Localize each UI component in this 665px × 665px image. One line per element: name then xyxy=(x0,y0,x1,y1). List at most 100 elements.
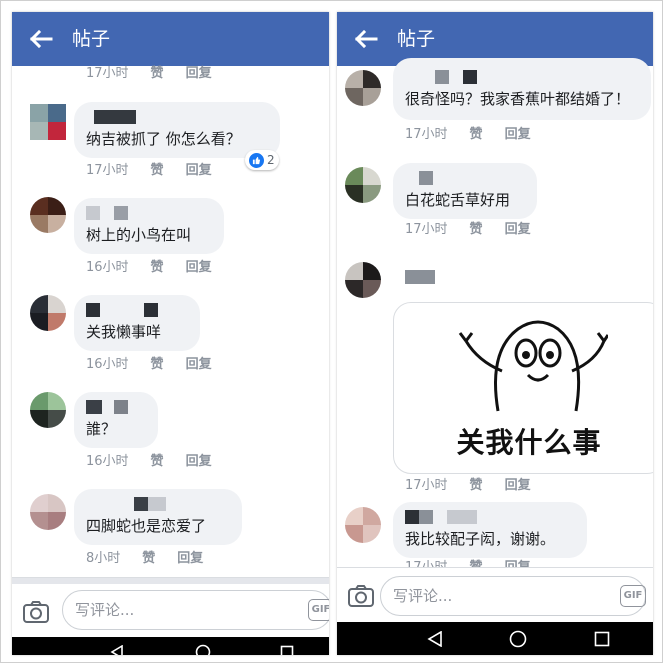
gif-button[interactable]: GIF xyxy=(620,585,646,607)
comment-time: 17小时 xyxy=(405,478,448,493)
nav-home-icon[interactable] xyxy=(195,644,211,655)
comment-meta-row: 16小时 赞 回复 xyxy=(86,353,212,372)
right-screenshot: 帖子 很奇怪吗？我家香蕉叶都结婚了！ 17小时赞回复 白花蛇舌草好用 17小时赞… xyxy=(337,12,653,655)
commenter-name-pixelated[interactable] xyxy=(86,400,146,414)
comment-meta-row: 17小时 赞 回复 xyxy=(405,218,531,237)
commenter-name-pixelated[interactable] xyxy=(86,497,230,511)
comment-text: 四脚蛇也是恋爱了 xyxy=(86,517,207,535)
comment-text: 白花蛇舌草好用 xyxy=(405,191,511,209)
avatar[interactable] xyxy=(345,70,381,106)
comment-time: 16小时 xyxy=(86,357,129,372)
back-arrow-icon[interactable] xyxy=(351,24,381,54)
commenter-name-pixelated[interactable] xyxy=(405,70,639,84)
reply-button[interactable]: 回复 xyxy=(177,547,203,566)
like-button[interactable]: 赞 xyxy=(151,159,164,178)
composer-divider xyxy=(12,578,329,584)
comment-text: 关我懒事咩 xyxy=(86,323,162,341)
avatar[interactable] xyxy=(30,494,66,530)
comment-bubble[interactable]: 四脚蛇也是恋爱了 xyxy=(74,489,242,545)
reply-button[interactable]: 回复 xyxy=(505,123,531,142)
comment-meta-row: 17小时 赞 回复 xyxy=(86,159,212,178)
page-title: 帖子 xyxy=(72,28,111,50)
comment-time: 17小时 xyxy=(86,66,129,81)
reply-button[interactable]: 回复 xyxy=(186,159,212,178)
nav-recents-icon[interactable] xyxy=(594,631,610,647)
commenter-name-pixelated[interactable] xyxy=(405,270,435,284)
comment-time: 16小时 xyxy=(86,454,129,469)
comment-text: 很奇怪吗？我家香蕉叶都结婚了！ xyxy=(405,90,631,108)
avatar[interactable] xyxy=(30,295,66,331)
comment-composer: 写评论... GIF xyxy=(12,577,329,642)
reply-button[interactable]: 回复 xyxy=(505,474,531,493)
commenter-name-pixelated[interactable] xyxy=(86,206,212,220)
comment-bubble[interactable]: 我比较配子闳，谢谢。 xyxy=(393,502,587,558)
comment-bubble[interactable]: 很奇怪吗？我家香蕉叶都结婚了！ xyxy=(393,58,651,120)
comment-time: 16小时 xyxy=(86,260,129,275)
like-button[interactable]: 赞 xyxy=(470,218,483,237)
avatar[interactable] xyxy=(30,197,66,233)
comment-bubble[interactable]: 树上的小鸟在叫 xyxy=(74,198,224,254)
android-nav-bar xyxy=(12,637,329,655)
like-button[interactable]: 赞 xyxy=(142,547,155,566)
comment-text: 誰？ xyxy=(86,420,117,438)
comment-input[interactable]: 写评论... xyxy=(380,576,646,616)
like-button[interactable]: 赞 xyxy=(151,450,164,469)
comment-bubble[interactable]: 纳吉被抓了 你怎么看？ xyxy=(74,102,280,158)
avatar[interactable] xyxy=(30,392,66,428)
avatar[interactable] xyxy=(345,262,381,298)
top-app-bar: 帖子 xyxy=(12,12,329,66)
comment-text: 我比较配子闳，谢谢。 xyxy=(405,530,556,548)
comment-bubble[interactable]: 白花蛇舌草好用 xyxy=(393,163,537,219)
comment-meta-row: 16小时 赞 回复 xyxy=(86,256,212,275)
camera-icon[interactable] xyxy=(22,598,50,626)
back-arrow-icon[interactable] xyxy=(26,24,56,54)
page-title: 帖子 xyxy=(397,28,436,50)
commenter-name-pixelated[interactable] xyxy=(405,171,525,185)
nav-recents-icon[interactable] xyxy=(280,645,294,655)
comment-meta-row: 16小时 赞 回复 xyxy=(86,450,212,469)
gif-button[interactable]: GIF xyxy=(308,599,329,621)
reply-button[interactable]: 回复 xyxy=(186,353,212,372)
sticker-comment[interactable]: 关我什么事 xyxy=(393,302,653,474)
reply-button[interactable]: 回复 xyxy=(186,62,212,81)
thumbs-up-icon xyxy=(249,152,264,168)
reply-button[interactable]: 回复 xyxy=(186,450,212,469)
like-button[interactable]: 赞 xyxy=(470,474,483,493)
comment-time: 17小时 xyxy=(405,222,448,237)
comment-time: 8小时 xyxy=(86,551,121,566)
android-nav-bar xyxy=(337,622,653,655)
sticker-caption: 关我什么事 xyxy=(456,426,602,459)
reply-button[interactable]: 回复 xyxy=(505,218,531,237)
camera-icon[interactable] xyxy=(347,582,375,610)
like-button[interactable]: 赞 xyxy=(470,123,483,142)
avatar[interactable] xyxy=(30,104,66,140)
like-button[interactable]: 赞 xyxy=(151,353,164,372)
avatar[interactable] xyxy=(345,167,381,203)
avatar[interactable] xyxy=(345,507,381,543)
comment-meta-row: 17小时 赞 回复 xyxy=(405,123,531,142)
comment-bubble[interactable]: 关我懒事咩 xyxy=(74,295,200,351)
nav-back-icon[interactable] xyxy=(110,645,124,655)
comment-meta-row: 17小时 赞 回复 xyxy=(86,62,212,81)
commenter-name-pixelated[interactable] xyxy=(405,510,575,524)
reaction-count-value: 2 xyxy=(267,153,275,167)
comment-text: 树上的小鸟在叫 xyxy=(86,226,192,244)
comment-composer: 写评论... GIF xyxy=(337,567,653,624)
commenter-name-pixelated[interactable] xyxy=(86,303,188,317)
left-screenshot: 帖子 17小时赞回复 纳吉被抓了 你怎么看？ 2 17小时赞回复 树上的小鸟在叫… xyxy=(12,12,329,655)
like-button[interactable]: 赞 xyxy=(151,256,164,275)
commenter-name-pixelated[interactable] xyxy=(86,110,268,124)
comment-time: 17小时 xyxy=(405,127,448,142)
reply-button[interactable]: 回复 xyxy=(186,256,212,275)
comment-meta-row: 17小时 赞 回复 xyxy=(405,474,531,493)
comment-input[interactable]: 写评论... xyxy=(62,590,329,630)
comment-time: 17小时 xyxy=(86,163,129,178)
meme-face-sticker xyxy=(458,320,608,412)
like-button[interactable]: 赞 xyxy=(151,62,164,81)
reaction-count[interactable]: 2 xyxy=(245,150,279,170)
comment-bubble[interactable]: 誰？ xyxy=(74,392,158,448)
nav-home-icon[interactable] xyxy=(509,630,527,648)
comment-text: 纳吉被抓了 你怎么看？ xyxy=(86,130,241,148)
comment-meta-row: 8小时 赞 回复 xyxy=(86,547,203,566)
nav-back-icon[interactable] xyxy=(427,631,443,647)
